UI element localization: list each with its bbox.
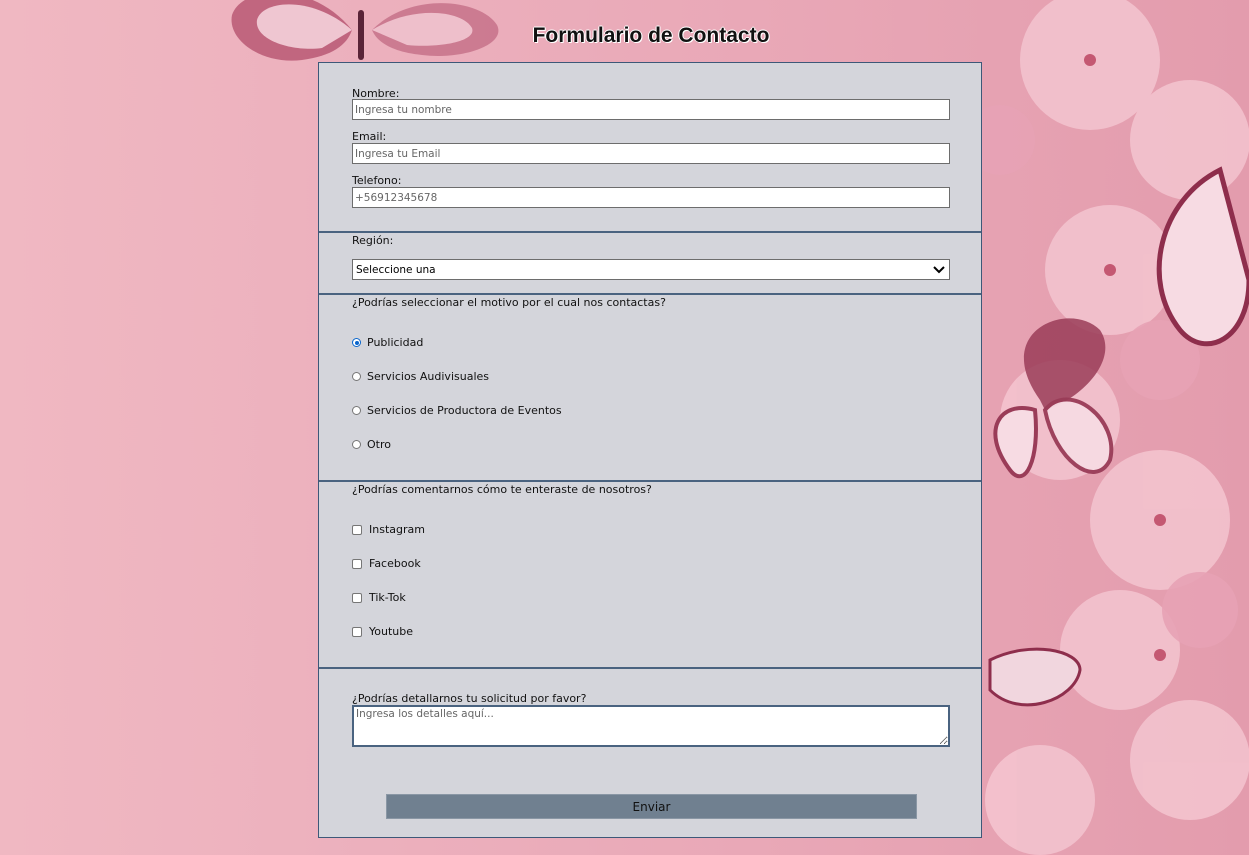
source-option-tiktok[interactable]: Tik-Tok: [352, 591, 406, 604]
reason-option-label: Servicios de Productora de Eventos: [367, 404, 562, 417]
radio-checked[interactable]: [352, 338, 361, 347]
radio-unchecked[interactable]: [352, 406, 361, 415]
region-selected-value: Seleccione una: [356, 263, 436, 276]
source-option-label: Instagram: [369, 523, 425, 536]
details-question: ¿Podrías detallarnos tu solicitud por fa…: [352, 692, 587, 705]
reason-option-label: Publicidad: [367, 336, 424, 349]
chevron-down-icon: [933, 265, 945, 273]
source-section: ¿Podrías comentarnos cómo te enteraste d…: [319, 482, 981, 669]
checkbox[interactable]: [352, 626, 362, 637]
checkbox[interactable]: [352, 558, 362, 569]
source-option-facebook[interactable]: Facebook: [352, 557, 421, 570]
reason-question: ¿Podrías seleccionar el motivo por el cu…: [352, 296, 666, 309]
checkbox[interactable]: [352, 524, 362, 535]
phone-input[interactable]: [352, 187, 950, 208]
contact-form: Nombre: Email: Telefono: Región: Selecci…: [318, 62, 982, 838]
region-label: Región:: [352, 234, 394, 247]
details-section: ¿Podrías detallarnos tu solicitud por fa…: [319, 669, 981, 839]
email-input[interactable]: [352, 143, 950, 164]
reason-option-eventos[interactable]: Servicios de Productora de Eventos: [352, 404, 562, 417]
source-option-label: Youtube: [369, 625, 413, 638]
submit-button[interactable]: Enviar: [386, 794, 917, 819]
details-textarea[interactable]: [352, 705, 950, 747]
radio-unchecked[interactable]: [352, 440, 361, 449]
region-select[interactable]: Seleccione una: [352, 259, 950, 280]
source-option-label: Facebook: [369, 557, 421, 570]
name-input[interactable]: [352, 99, 950, 120]
source-option-youtube[interactable]: Youtube: [352, 625, 413, 638]
region-section: Región: Seleccione una: [319, 233, 981, 295]
reason-option-publicidad[interactable]: Publicidad: [352, 336, 423, 349]
reason-option-label: Otro: [367, 438, 391, 451]
reason-option-audiovisual[interactable]: Servicios Audivisuales: [352, 370, 489, 383]
source-option-label: Tik-Tok: [369, 591, 406, 604]
reason-option-otro[interactable]: Otro: [352, 438, 391, 451]
contact-info-section: Nombre: Email: Telefono:: [319, 63, 981, 233]
source-option-instagram[interactable]: Instagram: [352, 523, 425, 536]
checkbox[interactable]: [352, 592, 362, 603]
page-title: Formulario de Contacto: [532, 24, 770, 47]
reason-option-label: Servicios Audivisuales: [367, 370, 489, 383]
radio-unchecked[interactable]: [352, 372, 361, 381]
phone-label: Telefono:: [352, 174, 402, 187]
reason-section: ¿Podrías seleccionar el motivo por el cu…: [319, 295, 981, 482]
email-label: Email:: [352, 130, 387, 143]
source-question: ¿Podrías comentarnos cómo te enteraste d…: [352, 483, 652, 496]
